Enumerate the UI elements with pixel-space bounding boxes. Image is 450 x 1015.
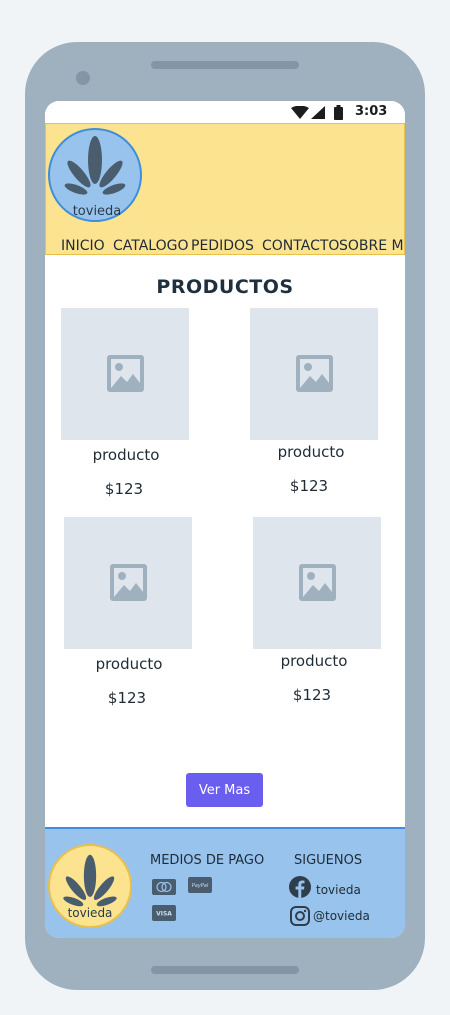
brand-logo[interactable]: tovieda	[48, 128, 142, 222]
product-image[interactable]	[64, 517, 192, 649]
facebook-icon[interactable]	[289, 876, 311, 898]
product-name[interactable]: producto	[61, 446, 191, 464]
svg-text:PayPal: PayPal	[192, 883, 209, 889]
footer-logo[interactable]: tovieda	[48, 844, 132, 928]
product-name[interactable]: producto	[246, 443, 376, 461]
image-placeholder-icon	[296, 355, 333, 392]
image-placeholder-icon	[299, 564, 336, 601]
earpiece	[151, 61, 299, 69]
app-screen: 3:03 tovieda INICIO CATALOGO PEDIDOS CON…	[45, 101, 405, 938]
bottom-speaker	[151, 966, 299, 974]
product-price: $123	[289, 477, 329, 495]
product-image[interactable]	[61, 308, 189, 440]
nav-catalogo[interactable]: CATALOGO	[113, 238, 189, 254]
facebook-handle[interactable]: tovieda	[316, 883, 361, 897]
status-bar: 3:03	[45, 101, 405, 123]
page-title: PRODUCTOS	[156, 276, 294, 298]
ver-mas-button[interactable]: Ver Mas	[186, 773, 263, 807]
front-camera	[76, 71, 90, 85]
battery-icon	[334, 105, 343, 120]
image-placeholder-icon	[110, 564, 147, 601]
instagram-icon[interactable]	[290, 906, 310, 926]
clock: 3:03	[355, 104, 388, 119]
social-heading: SIGUENOS	[294, 853, 363, 868]
nav-pedidos[interactable]: PEDIDOS	[191, 238, 254, 254]
signal-icon	[311, 106, 325, 119]
product-image[interactable]	[250, 308, 378, 440]
image-placeholder-icon	[107, 355, 144, 392]
footer-brand-name: tovieda	[67, 906, 113, 920]
nav-inicio[interactable]: INICIO	[61, 238, 105, 254]
wifi-icon	[291, 106, 309, 119]
product-price: $123	[107, 689, 147, 707]
mastercard-icon	[152, 879, 176, 895]
nav-sobre-mi[interactable]: SOBRE MI	[339, 238, 405, 254]
product-name[interactable]: producto	[64, 655, 194, 673]
leaf-icon	[63, 854, 117, 907]
nav-contacto[interactable]: CONTACTO	[262, 238, 339, 254]
instagram-handle[interactable]: @tovieda	[313, 909, 370, 923]
paypal-icon: PayPal	[188, 877, 212, 893]
product-price: $123	[292, 686, 332, 704]
payment-heading: MEDIOS DE PAGO	[150, 853, 265, 868]
brand-name: tovieda	[72, 204, 122, 219]
site-footer: tovieda MEDIOS DE PAGO SIGUENOS PayPal V…	[45, 827, 405, 938]
product-name[interactable]: producto	[249, 652, 379, 670]
product-price: $123	[104, 480, 144, 498]
site-header: tovieda INICIO CATALOGO PEDIDOS CONTACTO…	[45, 123, 405, 255]
svg-text:VISA: VISA	[156, 911, 172, 918]
product-image[interactable]	[253, 517, 381, 649]
leaf-icon	[64, 136, 126, 195]
visa-icon: VISA	[152, 905, 176, 921]
